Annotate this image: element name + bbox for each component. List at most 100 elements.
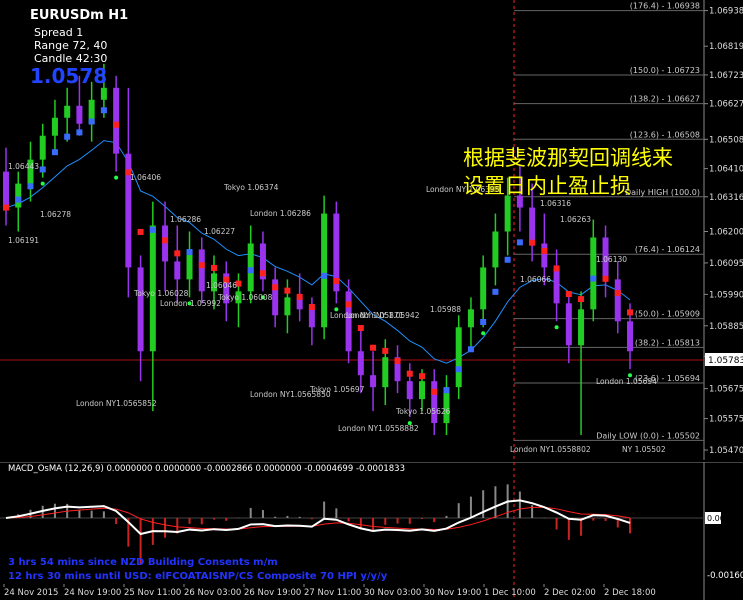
session-label: Tokyo 1.06008: [217, 293, 273, 302]
candle-body: [370, 375, 377, 388]
ema-fast-point: [100, 107, 107, 114]
ema-fast-point: [443, 387, 450, 394]
candle-body: [64, 105, 71, 118]
candle-body: [321, 213, 328, 328]
ema-fast-point: [149, 226, 156, 233]
time-tick-label: 26 Nov 03:00: [184, 588, 241, 598]
price-tick-label: 1.05675: [709, 385, 743, 395]
ema-fast-point: [394, 357, 401, 364]
time-tick-label: 25 Nov 11:00: [124, 588, 181, 598]
fib-label: (150.0) - 1.06723: [630, 66, 700, 75]
ema-fast-point: [529, 239, 536, 246]
candle-body: [553, 267, 560, 304]
candle-body: [480, 267, 487, 310]
ema-fast-point: [76, 129, 83, 136]
price-tick-label: 1.06819: [709, 42, 743, 52]
time-tick-label: 27 Nov 11:00: [304, 588, 361, 598]
ema-fast-point: [382, 347, 389, 354]
price-axis-labels: 1.06938 1.06819 1.06723 1.06627 1.06508 1.064…: [704, 7, 743, 456]
price-tick-label: 1.06938: [709, 7, 743, 17]
candle-body: [15, 183, 22, 208]
session-label: London 1.05992: [160, 299, 221, 308]
ema-fast-point: [247, 267, 254, 274]
candle-body: [578, 309, 585, 346]
price-tick-label: 1.05885: [709, 322, 743, 332]
time-tick-label: 26 Nov 19:00: [244, 588, 301, 598]
session-label: Tokyo 1.06374: [223, 183, 279, 192]
ema-fast-point: [3, 204, 9, 211]
session-label: 1.06316: [540, 199, 571, 208]
time-tick-label: 30 Nov 03:00: [364, 588, 421, 598]
ema-fast-point: [296, 293, 303, 300]
macd-zero-tag-text: 0.00: [707, 514, 725, 523]
current-price-tag-text: 1.05783: [708, 356, 743, 366]
current-price-display: 1.0578: [30, 64, 108, 88]
candle-body: [455, 327, 462, 388]
candle-body: [431, 381, 438, 424]
price-tick-label: 1.05575: [709, 415, 743, 425]
macd-min-label: -0.00160: [707, 571, 743, 581]
candle-body: [565, 303, 572, 346]
session-label: 1.06066: [520, 275, 551, 284]
candle-body: [419, 381, 425, 400]
ema-fast-point: [272, 284, 279, 291]
candle-body: [357, 351, 364, 376]
fib-label: Daily LOW (0.0) - 1.05502: [596, 431, 700, 440]
ema-fast-point: [492, 288, 499, 295]
session-label: London 1.06286: [250, 209, 311, 218]
ema-fast-point: [578, 296, 585, 303]
candle-body: [308, 309, 315, 328]
session-label: London NY1.0558882: [338, 424, 419, 433]
session-label: 1.06286: [170, 215, 201, 224]
candle-body: [345, 291, 352, 352]
candle-body: [51, 117, 58, 136]
ema-fast-point: [541, 247, 548, 254]
session-label: Tokyo 1.06028: [133, 289, 189, 298]
ema-fast-point: [39, 166, 46, 173]
ema-fast-point: [211, 264, 217, 271]
candle-body: [284, 297, 291, 316]
time-axis: 24 Nov 2015 24 Nov 19:00 25 Nov 11:00 26 No…: [3, 584, 656, 598]
time-tick-label: 24 Nov 19:00: [64, 588, 121, 598]
session-label: London NY1.0565852: [76, 399, 157, 408]
candle-body: [406, 381, 413, 400]
price-tick-label: 1.06508: [709, 135, 743, 145]
time-tick-label: 2 Dec 02:00: [544, 588, 596, 598]
price-tick-label: 1.06723: [709, 71, 743, 81]
candle-body: [382, 357, 389, 388]
price-tick-label: 1.05470: [709, 446, 743, 456]
ema-fast-point: [162, 237, 169, 244]
time-tick-label: 1 Dec 10:00: [484, 588, 536, 598]
ema-fast-point: [333, 278, 340, 285]
ema-fast-point: [198, 262, 205, 269]
ema-fast-point: [553, 265, 560, 272]
ema-fast-point: [614, 289, 621, 296]
spread-readout: Spread 1: [34, 26, 84, 39]
session-label: 1.06191: [8, 236, 39, 245]
sar-dot: [114, 175, 119, 180]
fib-label: (176.4) - 1.06938: [630, 2, 700, 11]
session-label: 1.06263: [560, 215, 591, 224]
candle-body: [504, 195, 511, 232]
session-label: London 1.05694: [596, 377, 657, 386]
candle-body: [627, 321, 633, 352]
session-label: 1.06406: [130, 173, 161, 182]
ema-fast-point: [27, 183, 34, 190]
session-label: Tokyo 1.05626: [395, 407, 451, 416]
ema-fast-point: [64, 133, 71, 140]
candle-body: [492, 231, 499, 268]
session-label: 1.06443: [8, 162, 39, 171]
ema-fast-point: [15, 196, 22, 203]
session-label: 1.06227: [204, 227, 235, 236]
annotation-caption: 根据斐波那契回调线来 设置日内止盈止损: [463, 144, 673, 200]
ema-fast-point: [480, 318, 487, 325]
price-chart[interactable]: (176.4) - 1.06938(161.8) - 1.06819(150.0…: [0, 0, 743, 460]
fib-label: (76.4) - 1.06124: [635, 245, 700, 254]
ema-fast-point: [627, 309, 633, 316]
session-label: Tokyo 1.05697: [309, 385, 365, 394]
ema-fast-point: [321, 272, 328, 279]
candle-body: [590, 237, 597, 310]
session-label: NY 1.05502: [622, 445, 666, 454]
candle-body: [39, 135, 46, 160]
ema-fast-point: [602, 275, 609, 282]
